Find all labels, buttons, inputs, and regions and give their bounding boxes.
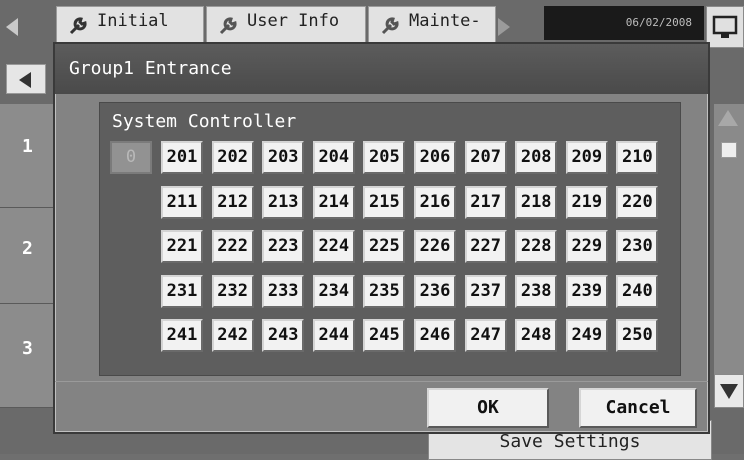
controller-cell-disabled: 0 bbox=[110, 141, 152, 174]
address-cell[interactable]: 248 bbox=[515, 319, 558, 352]
address-cell[interactable]: 237 bbox=[464, 274, 507, 308]
address-cell[interactable]: 219 bbox=[565, 185, 608, 219]
nav-right-arrow-icon[interactable] bbox=[498, 18, 510, 36]
address-cell[interactable]: 209 bbox=[565, 141, 608, 174]
address-cell[interactable]: 226 bbox=[414, 230, 456, 263]
tab-label: User Info bbox=[247, 11, 340, 31]
group-entrance-dialog: Group1 Entrance System Controller 0 201 2… bbox=[53, 42, 710, 434]
scroll-down-button[interactable] bbox=[714, 374, 744, 408]
address-cell[interactable]: 216 bbox=[414, 185, 456, 219]
address-cell[interactable]: 220 bbox=[616, 185, 659, 219]
address-cell[interactable]: 202 bbox=[211, 141, 254, 174]
tab-label: Initial bbox=[97, 11, 169, 31]
address-cell[interactable]: 211 bbox=[161, 185, 203, 219]
address-cell[interactable]: 243 bbox=[262, 319, 305, 352]
wrench-icon bbox=[69, 17, 87, 35]
address-cell[interactable]: 203 bbox=[262, 141, 305, 174]
address-cell[interactable]: 232 bbox=[211, 274, 254, 308]
address-cell[interactable]: 210 bbox=[616, 141, 659, 174]
address-cell[interactable]: 240 bbox=[616, 274, 659, 308]
cancel-button[interactable]: Cancel bbox=[579, 388, 697, 428]
wrench-icon bbox=[381, 17, 399, 35]
scrollbar[interactable] bbox=[714, 104, 744, 408]
address-cell[interactable]: 224 bbox=[312, 230, 355, 263]
tab-user-info[interactable]: User Info bbox=[206, 6, 366, 44]
address-cell[interactable]: 204 bbox=[312, 141, 355, 174]
address-cell[interactable]: 241 bbox=[161, 319, 203, 352]
sidebar-item-2[interactable]: 2 bbox=[0, 208, 56, 304]
ok-button[interactable]: OK bbox=[427, 388, 549, 428]
panel-title: System Controller bbox=[112, 111, 297, 132]
address-cell[interactable]: 214 bbox=[312, 185, 355, 219]
address-cell[interactable]: 223 bbox=[262, 230, 305, 263]
sidebar-item-1[interactable]: 1 bbox=[0, 104, 56, 208]
address-cell[interactable]: 250 bbox=[616, 319, 659, 352]
address-cell[interactable]: 227 bbox=[464, 230, 507, 263]
address-cell[interactable]: 212 bbox=[211, 185, 254, 219]
tab-maintenance[interactable]: Mainte- bbox=[368, 6, 496, 44]
tab-initial[interactable]: Initial bbox=[56, 6, 204, 44]
address-cell[interactable]: 247 bbox=[464, 319, 507, 352]
back-arrow-button[interactable] bbox=[6, 64, 46, 94]
address-cell[interactable]: 249 bbox=[565, 319, 608, 352]
sidebar-item-3[interactable]: 3 bbox=[0, 304, 56, 408]
address-cell[interactable]: 230 bbox=[616, 230, 659, 263]
address-cell[interactable]: 239 bbox=[565, 274, 608, 308]
address-cell[interactable]: 228 bbox=[515, 230, 558, 263]
address-cell[interactable]: 235 bbox=[363, 274, 406, 308]
monitor-icon bbox=[712, 15, 738, 38]
address-cell[interactable]: 238 bbox=[515, 274, 558, 308]
scroll-up-icon[interactable] bbox=[718, 110, 738, 126]
address-cell[interactable]: 208 bbox=[515, 141, 558, 174]
address-cell[interactable]: 207 bbox=[464, 141, 507, 174]
address-cell[interactable]: 205 bbox=[363, 141, 406, 174]
monitor-button[interactable] bbox=[706, 6, 744, 48]
address-cell[interactable]: 236 bbox=[414, 274, 456, 308]
address-cell[interactable]: 217 bbox=[464, 185, 507, 219]
nav-left-arrow-icon[interactable] bbox=[6, 18, 18, 36]
address-cell[interactable]: 201 bbox=[161, 141, 203, 174]
arrow-left-icon bbox=[19, 72, 31, 88]
date-display: 06/02/2008 bbox=[544, 6, 704, 40]
address-cell[interactable]: 229 bbox=[565, 230, 608, 263]
address-cell[interactable]: 206 bbox=[414, 141, 456, 174]
address-cell[interactable]: 218 bbox=[515, 185, 558, 219]
system-controller-panel: System Controller 0 201 202 203 204 205 206 20… bbox=[99, 102, 681, 376]
address-cell[interactable]: 234 bbox=[312, 274, 355, 308]
address-cell[interactable]: 244 bbox=[312, 319, 355, 352]
address-cell[interactable]: 242 bbox=[211, 319, 254, 352]
address-cell[interactable]: 222 bbox=[211, 230, 254, 263]
arrow-down-icon bbox=[720, 384, 738, 399]
scroll-thumb[interactable] bbox=[721, 142, 737, 158]
address-cell[interactable]: 215 bbox=[363, 185, 406, 219]
address-cell[interactable]: 245 bbox=[363, 319, 406, 352]
address-cell[interactable]: 221 bbox=[161, 230, 203, 263]
address-cell[interactable]: 233 bbox=[262, 274, 305, 308]
address-cell[interactable]: 225 bbox=[363, 230, 406, 263]
address-cell[interactable]: 231 bbox=[161, 274, 203, 308]
wrench-icon bbox=[219, 17, 237, 35]
dialog-title: Group1 Entrance bbox=[55, 44, 708, 94]
address-cell[interactable]: 246 bbox=[414, 319, 456, 352]
divider bbox=[55, 381, 708, 382]
address-cell[interactable]: 213 bbox=[262, 185, 305, 219]
tab-label: Mainte- bbox=[409, 11, 481, 31]
